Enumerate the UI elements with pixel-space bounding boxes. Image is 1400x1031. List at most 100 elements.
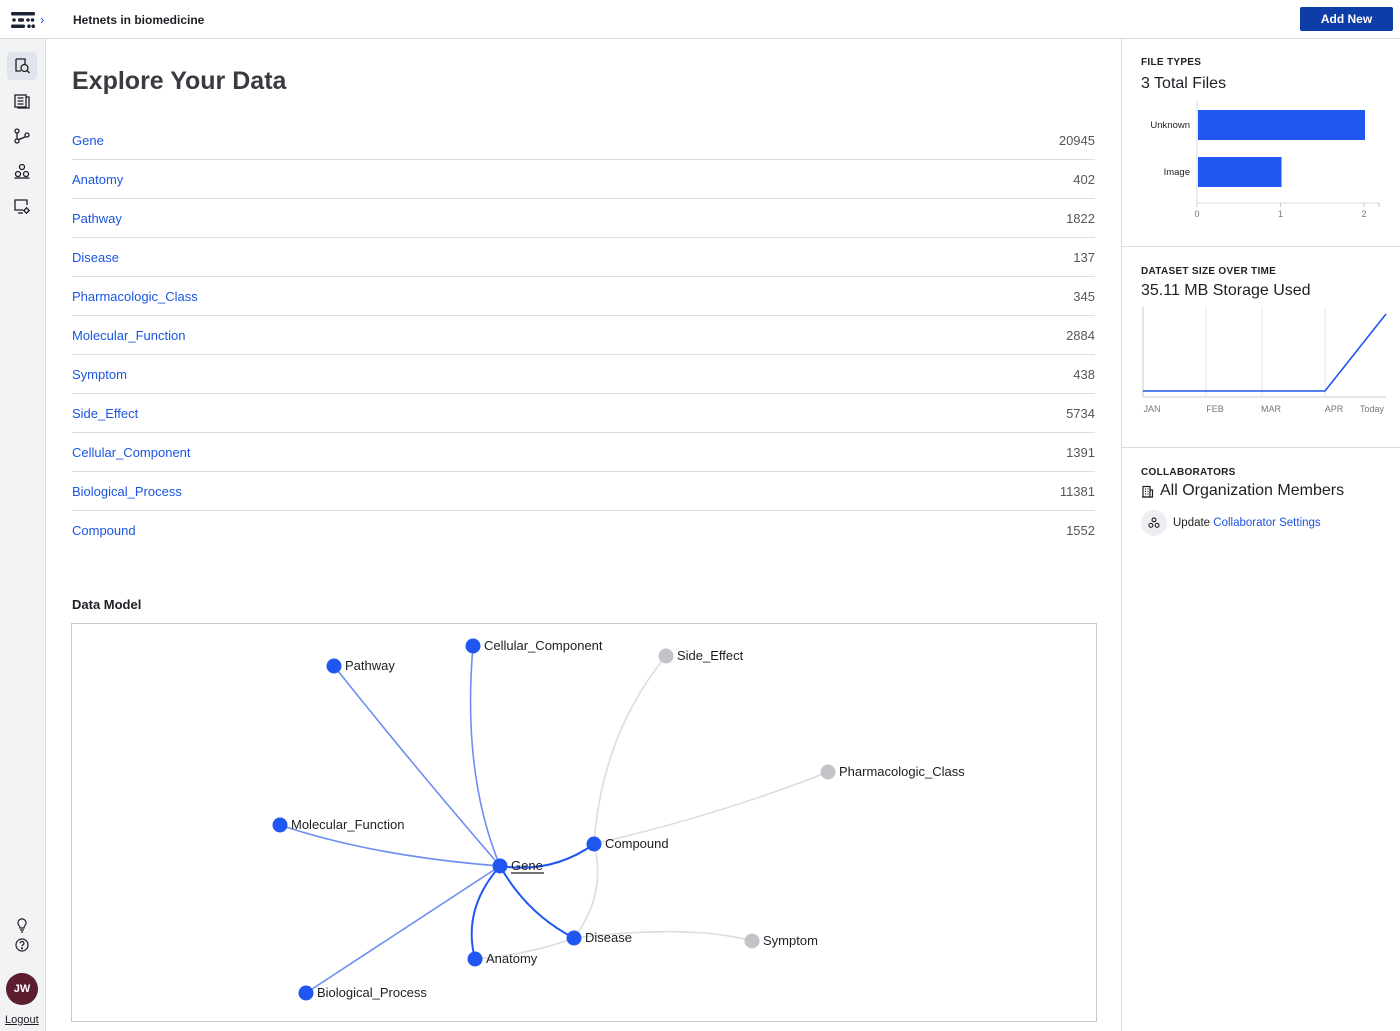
graph-node-label[interactable]: Side_Effect [677, 648, 744, 663]
record-type-list: Gene 20945 Anatomy 402 Pathway 1822 Disease 137… [72, 121, 1095, 550]
graph-node[interactable]: Side_Effect [658, 648, 744, 664]
type-count: 1552 [1066, 523, 1095, 538]
type-name-link[interactable]: Cellular_Component [72, 445, 191, 460]
graph-node-label[interactable]: Disease [585, 930, 632, 945]
graph-node[interactable]: Disease [566, 930, 632, 946]
graph-node-dot[interactable] [465, 638, 481, 654]
graph-node-dot[interactable] [586, 836, 602, 852]
graph-node[interactable]: Pharmacologic_Class [820, 764, 966, 780]
type-row[interactable]: Biological_Process 11381 [72, 472, 1095, 511]
type-count: 438 [1073, 367, 1095, 382]
help-icon [15, 938, 29, 952]
x-tick-label: APR [1325, 404, 1344, 414]
graph-node[interactable]: Compound [586, 836, 669, 852]
x-tick-label: Today [1360, 404, 1385, 414]
type-count: 137 [1073, 250, 1095, 265]
type-row[interactable]: Pharmacologic_Class 345 [72, 277, 1095, 316]
graph-node-dot[interactable] [566, 930, 582, 946]
explore-icon [15, 58, 30, 74]
graph-node-label[interactable]: Molecular_Function [291, 817, 404, 832]
graph-node-dot[interactable] [298, 985, 314, 1001]
sidebar-item-settings[interactable] [7, 192, 37, 220]
type-count: 1822 [1066, 211, 1095, 226]
type-name-link[interactable]: Side_Effect [72, 406, 138, 421]
graph-node-label[interactable]: Pathway [345, 658, 395, 673]
type-name-link[interactable]: Pharmacologic_Class [72, 289, 198, 304]
sidebar-item-graph[interactable] [7, 122, 37, 150]
graph-icon [14, 128, 30, 144]
type-row[interactable]: Compound 1552 [72, 511, 1095, 550]
sidebar-item-collaborators[interactable] [7, 157, 37, 185]
main-content: Explore Your Data Gene 20945 Anatomy 402 Pat… [47, 39, 1120, 1031]
type-row[interactable]: Side_Effect 5734 [72, 394, 1095, 433]
logout-link[interactable]: Logout [5, 1014, 39, 1026]
graph-edge [469, 645, 501, 867]
building-icon [1142, 485, 1154, 498]
graph-node-dot[interactable] [326, 658, 342, 674]
type-name-link[interactable]: Molecular_Function [72, 328, 185, 343]
graph-node-label[interactable]: Gene [511, 858, 543, 873]
type-count: 11381 [1059, 484, 1095, 499]
type-row[interactable]: Cellular_Component 1391 [72, 433, 1095, 472]
graph-edge [573, 843, 599, 939]
data-model-graph[interactable]: Gene Pathway Cellular_Component Side_Effect… [71, 623, 1097, 1022]
type-name-link[interactable]: Biological_Process [72, 484, 182, 499]
sidebar-item-records[interactable] [7, 87, 37, 115]
graph-node-dot[interactable] [744, 933, 760, 949]
update-prefix: Update [1173, 517, 1214, 529]
storage-line [1143, 313, 1387, 392]
graph-edge [499, 865, 575, 939]
type-name-link[interactable]: Pathway [72, 211, 122, 226]
help-button[interactable] [7, 931, 37, 959]
type-count: 2884 [1066, 328, 1095, 343]
sidebar-item-explore[interactable] [7, 52, 37, 80]
type-row[interactable]: Gene 20945 [72, 121, 1095, 160]
type-count: 402 [1073, 172, 1095, 187]
type-row[interactable]: Symptom 438 [72, 355, 1095, 394]
breadcrumb-chevron-icon[interactable]: › [40, 12, 44, 27]
user-avatar[interactable]: JW [6, 973, 38, 1005]
x-tick-label: FEB [1206, 404, 1224, 414]
type-row[interactable]: Disease 137 [72, 238, 1095, 277]
graph-node[interactable]: Anatomy [467, 951, 538, 967]
collaborator-settings-link[interactable]: Collaborator Settings [1213, 517, 1320, 529]
type-name-link[interactable]: Disease [72, 250, 119, 265]
data-model-canvas[interactable]: Gene Pathway Cellular_Component Side_Effect… [72, 624, 1096, 1021]
data-model-title: Data Model [72, 597, 142, 612]
graph-node-label[interactable]: Compound [605, 836, 669, 851]
type-name-link[interactable]: Anatomy [72, 172, 123, 187]
graph-node[interactable]: Cellular_Component [465, 638, 603, 654]
graph-node[interactable]: Pathway [326, 658, 396, 674]
graph-node-label[interactable]: Biological_Process [317, 985, 427, 1000]
graph-node-dot[interactable] [492, 858, 508, 874]
records-icon [14, 94, 30, 109]
graph-node-label[interactable]: Anatomy [486, 951, 538, 966]
graph-edge [593, 771, 829, 845]
type-row[interactable]: Pathway 1822 [72, 199, 1095, 238]
project-title: Hetnets in biomedicine [73, 13, 205, 27]
x-tick-label: MAR [1261, 404, 1282, 414]
type-name-link[interactable]: Compound [72, 523, 136, 538]
graph-node[interactable]: Biological_Process [298, 985, 428, 1001]
page-title: Explore Your Data [72, 67, 287, 95]
graph-node-dot[interactable] [820, 764, 836, 780]
type-name-link[interactable]: Gene [72, 133, 104, 148]
graph-node[interactable]: Symptom [744, 933, 818, 949]
app-logo-icon[interactable] [11, 12, 35, 28]
graph-node-label[interactable]: Cellular_Component [484, 638, 603, 653]
graph-node-dot[interactable] [272, 817, 288, 833]
graph-node-dot[interactable] [658, 648, 674, 664]
type-row[interactable]: Anatomy 402 [72, 160, 1095, 199]
type-row[interactable]: Molecular_Function 2884 [72, 316, 1095, 355]
graph-node[interactable]: Gene [492, 858, 545, 874]
graph-node-label[interactable]: Pharmacologic_Class [839, 764, 965, 779]
type-name-link[interactable]: Symptom [72, 367, 127, 382]
x-tick-label: JAN [1143, 404, 1160, 414]
collaborators-icon [14, 163, 30, 179]
graph-node[interactable]: Molecular_Function [272, 817, 405, 833]
graph-node-dot[interactable] [467, 951, 483, 967]
graph-node-label[interactable]: Symptom [763, 933, 818, 948]
type-count: 1391 [1066, 445, 1095, 460]
type-count: 20945 [1058, 133, 1095, 148]
add-new-button[interactable]: Add New [1300, 7, 1393, 31]
